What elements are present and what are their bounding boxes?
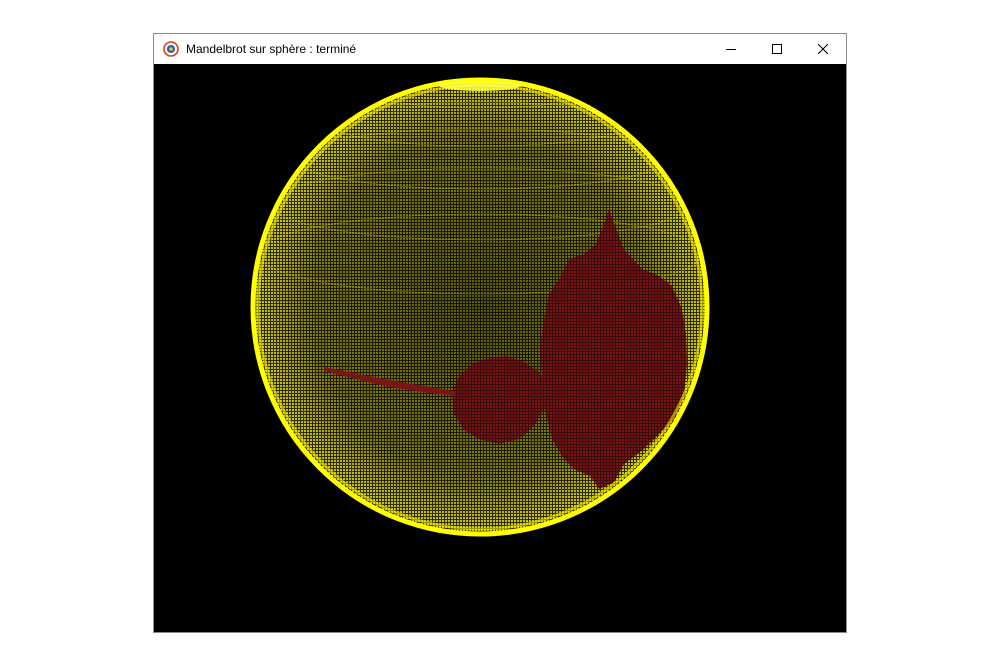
app-window: Mandelbrot sur sphère : terminé	[153, 33, 847, 633]
sphere-pole-highlight	[440, 81, 520, 91]
render-canvas	[154, 64, 846, 632]
app-logo-icon[interactable]	[163, 41, 179, 57]
window-controls	[708, 34, 846, 64]
close-icon	[818, 44, 828, 54]
title-bar[interactable]: Mandelbrot sur sphère : terminé	[154, 34, 846, 64]
mandelbrot-sphere	[154, 64, 846, 632]
close-button[interactable]	[800, 34, 846, 64]
minimize-button[interactable]	[708, 34, 754, 64]
minimize-icon	[726, 49, 736, 50]
window-title: Mandelbrot sur sphère : terminé	[186, 42, 357, 56]
maximize-button[interactable]	[754, 34, 800, 64]
maximize-icon	[772, 44, 782, 54]
